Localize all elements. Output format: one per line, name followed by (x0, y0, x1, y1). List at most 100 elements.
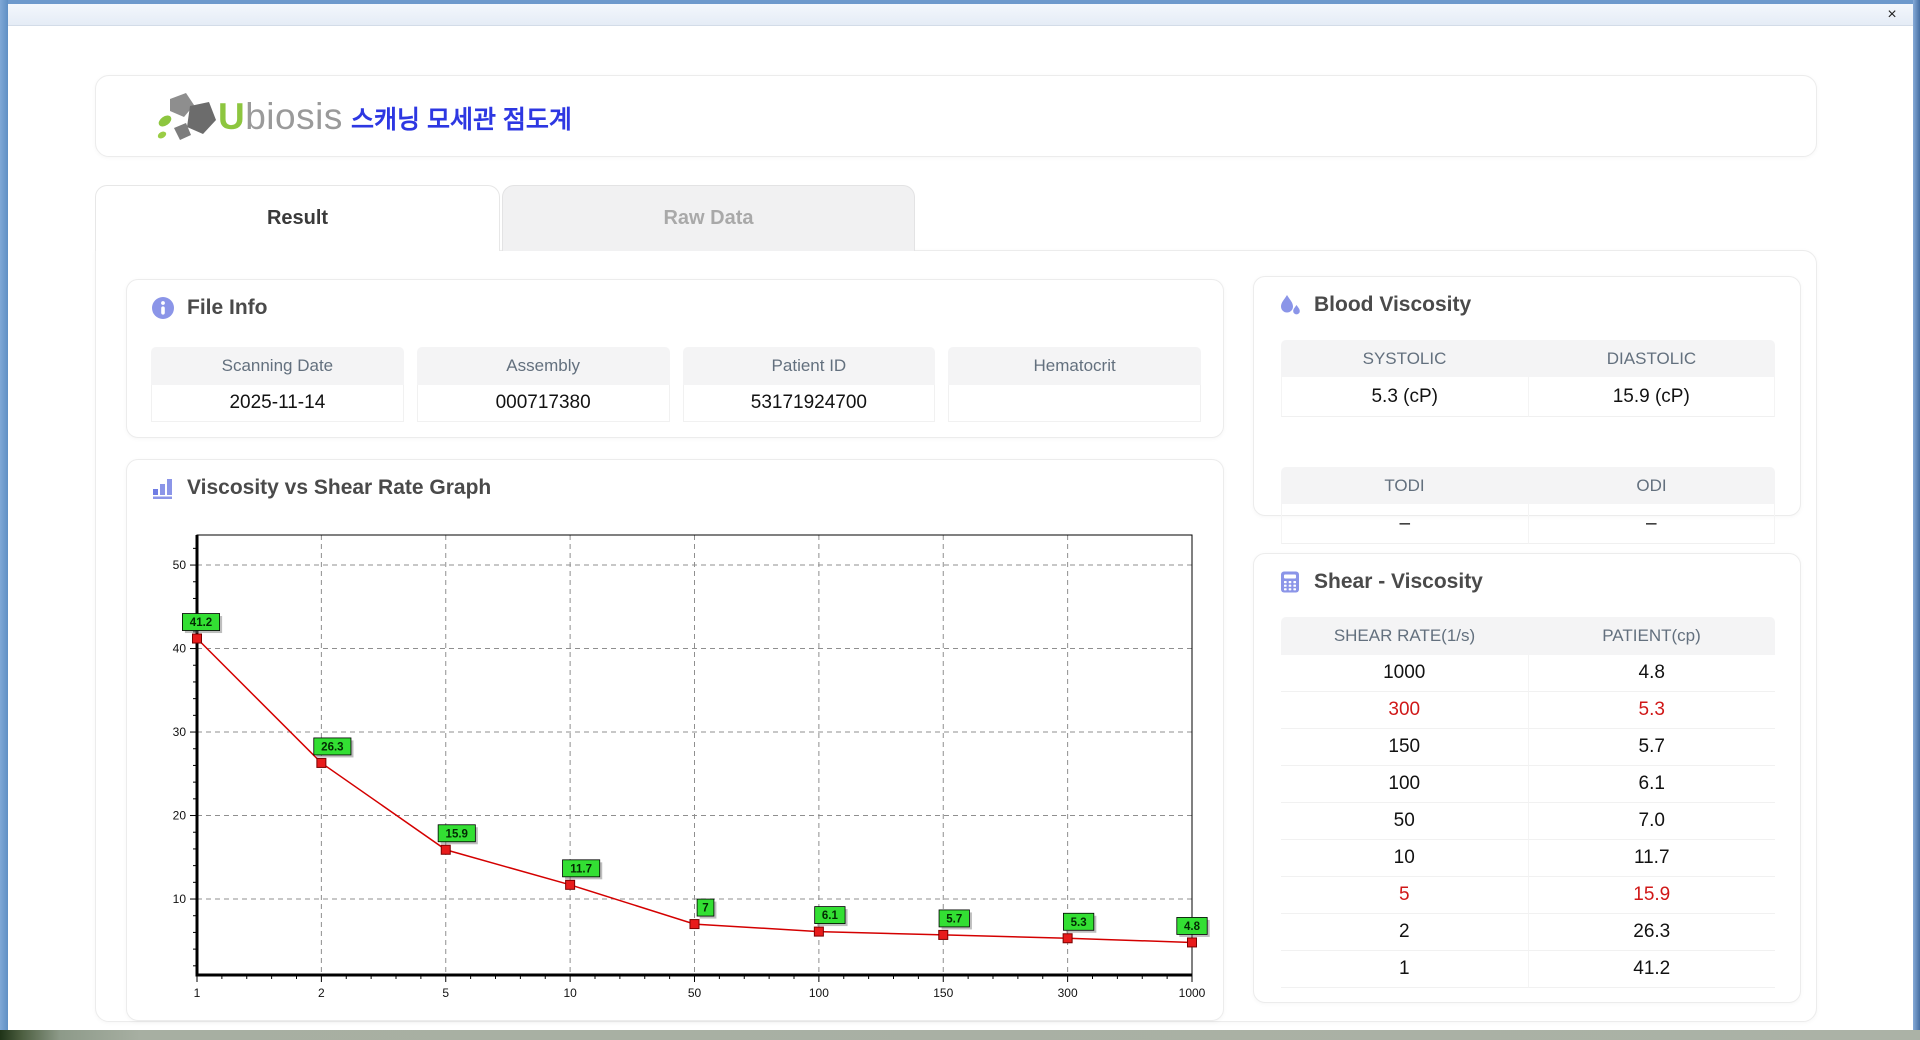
table-row: 5 15.9 (1281, 877, 1775, 914)
file-info-field: Assembly 000717380 (416, 347, 670, 422)
app-window: × Ubiosis 스캐닝 모세관 점도계 Result Raw Data Fi… (8, 4, 1913, 1030)
svg-text:50: 50 (688, 986, 702, 1000)
table-body: 1000 4.8 300 5.3 150 5.7 100 6.1 50 7.0 10 11.7 5 15.… (1281, 655, 1775, 988)
table-row: 100 6.1 (1281, 766, 1775, 803)
field-label: Scanning Date (151, 347, 404, 385)
column-header: PATIENT(cp) (1528, 617, 1775, 655)
column-header: TODI (1281, 467, 1528, 504)
svg-text:40: 40 (173, 642, 187, 656)
shear-viscosity-title: Shear - Viscosity (1278, 570, 1483, 594)
tab-content-result: File Info Scanning Date 2025-11-14 Assembl… (95, 250, 1817, 1022)
table-header-row: SHEAR RATE(1/s) PATIENT(cp) (1281, 617, 1775, 655)
svg-text:50: 50 (173, 558, 187, 572)
shear-viscosity-table: SHEAR RATE(1/s) PATIENT(cp) 1000 4.8 300 5.… (1281, 617, 1775, 988)
field-value: 2025-11-14 (151, 385, 404, 422)
patient-viscosity-cell: 5.3 (1528, 692, 1775, 729)
svg-text:150: 150 (933, 986, 953, 1000)
ubiosis-logo: Ubiosis (156, 90, 343, 144)
droplets-icon (1281, 295, 1300, 315)
panel-title-text: Blood Viscosity (1314, 293, 1472, 316)
table-row: 10 11.7 (1281, 840, 1775, 877)
column-header: SYSTOLIC (1281, 340, 1528, 377)
patient-viscosity-cell: 11.7 (1528, 840, 1775, 877)
patient-viscosity-cell: 26.3 (1528, 914, 1775, 951)
shear-rate-cell: 50 (1281, 803, 1529, 840)
viscosity-shear-chart: 10 20 30 40 50 1 2 5 10 50 100 150 300 1000 41.2 26.3 15… (173, 534, 1210, 1000)
todi-value: – (1281, 504, 1529, 544)
diastolic-value: 15.9 (cP) (1528, 377, 1775, 417)
patient-viscosity-cell: 4.8 (1528, 655, 1775, 692)
panel-title-text: Shear - Viscosity (1314, 570, 1483, 593)
column-header: DIASTOLIC (1528, 340, 1775, 377)
odi-value: – (1528, 504, 1775, 544)
window-close-button[interactable]: × (1881, 5, 1903, 25)
svg-text:41.2: 41.2 (190, 617, 212, 629)
file-info-fields: Scanning Date 2025-11-14 Assembly 000717380… (151, 347, 1201, 422)
table-row: 1000 4.8 (1281, 655, 1775, 692)
graph-title: Viscosity vs Shear Rate Graph (151, 476, 491, 500)
app-title-korean: 스캐닝 모세관 점도계 (351, 106, 572, 134)
field-label: Hematocrit (948, 347, 1201, 385)
brand-u: U (218, 96, 246, 137)
field-value (948, 385, 1201, 422)
svg-text:300: 300 (1058, 986, 1078, 1000)
svg-text:26.3: 26.3 (321, 741, 343, 753)
shear-rate-cell: 1000 (1281, 655, 1529, 692)
column-header: ODI (1528, 467, 1775, 504)
file-info-panel: File Info Scanning Date 2025-11-14 Assembl… (126, 279, 1224, 438)
svg-text:5.7: 5.7 (946, 913, 962, 925)
tab-result[interactable]: Result (95, 185, 500, 251)
svg-text:10: 10 (173, 892, 187, 906)
shear-rate-cell: 2 (1281, 914, 1529, 951)
brand-text: Ubiosis (218, 96, 343, 138)
shear-rate-cell: 10 (1281, 840, 1529, 877)
tab-raw-data[interactable]: Raw Data (502, 185, 915, 251)
table-row: 2 26.3 (1281, 914, 1775, 951)
patient-viscosity-cell: 6.1 (1528, 766, 1775, 803)
svg-text:100: 100 (809, 986, 829, 1000)
window-body: Ubiosis 스캐닝 모세관 점도계 Result Raw Data File… (8, 26, 1913, 1030)
shear-rate-cell: 100 (1281, 766, 1529, 803)
desktop-edge-left (0, 0, 8, 1040)
patient-viscosity-cell: 7.0 (1528, 803, 1775, 840)
systolic-value: 5.3 (cP) (1281, 377, 1529, 417)
table-row: 1 41.2 (1281, 951, 1775, 988)
blood-viscosity-table-2: TODI ODI – – (1281, 467, 1775, 544)
column-header: SHEAR RATE(1/s) (1281, 617, 1528, 655)
shear-rate-cell: 5 (1281, 877, 1529, 914)
svg-text:2: 2 (318, 986, 325, 1000)
shear-rate-cell: 1 (1281, 951, 1529, 988)
file-info-field: Scanning Date 2025-11-14 (151, 347, 404, 422)
app-header: Ubiosis 스캐닝 모세관 점도계 (95, 75, 1817, 157)
patient-viscosity-cell: 41.2 (1528, 951, 1775, 988)
info-icon (152, 297, 174, 319)
patient-viscosity-cell: 15.9 (1528, 877, 1775, 914)
svg-text:20: 20 (173, 809, 187, 823)
calculator-icon (1281, 571, 1299, 593)
table-row: 150 5.7 (1281, 729, 1775, 766)
svg-text:6.1: 6.1 (822, 910, 839, 922)
table-row: 50 7.0 (1281, 803, 1775, 840)
svg-text:30: 30 (173, 725, 187, 739)
tab-bar: Result Raw Data (95, 185, 915, 251)
file-info-field: Patient ID 53171924700 (682, 347, 936, 422)
shear-viscosity-panel: Shear - Viscosity SHEAR RATE(1/s) PATIEN… (1253, 553, 1801, 1003)
svg-text:15.9: 15.9 (446, 828, 468, 840)
svg-text:11.7: 11.7 (570, 863, 592, 875)
shear-rate-cell: 300 (1281, 692, 1529, 729)
shear-rate-cell: 150 (1281, 729, 1529, 766)
panel-title-text: File Info (187, 296, 268, 319)
field-value: 53171924700 (682, 385, 936, 422)
bar-chart-icon (153, 479, 172, 499)
svg-text:1: 1 (194, 986, 201, 1000)
svg-text:5: 5 (442, 986, 449, 1000)
panel-title-text: Viscosity vs Shear Rate Graph (187, 476, 492, 499)
field-label: Patient ID (682, 347, 936, 385)
blood-viscosity-panel: Blood Viscosity SYSTOLIC DIASTOLIC 5.3 (… (1253, 276, 1801, 544)
ubiosis-logo-icon (157, 93, 216, 140)
svg-text:5.3: 5.3 (1071, 917, 1087, 929)
table-row: 300 5.3 (1281, 692, 1775, 729)
graph-panel: 10 20 30 40 50 1 2 5 10 50 100 150 300 1000 41.2 26.3 15… (126, 459, 1224, 1021)
file-info-field: Hematocrit (948, 347, 1201, 422)
desktop-edge-right (1913, 0, 1920, 1040)
